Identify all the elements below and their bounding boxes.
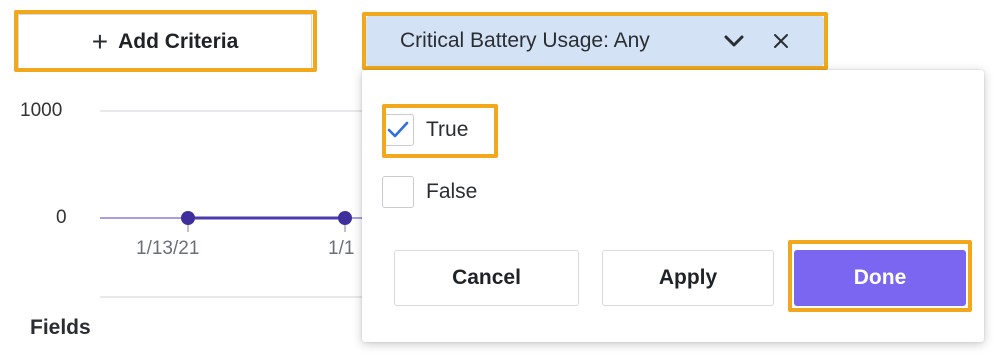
cancel-button[interactable]: Cancel — [394, 250, 579, 306]
filter-dropdown-panel: True False Cancel Apply Done — [362, 70, 984, 342]
fields-heading: Fields — [30, 316, 91, 339]
option-false[interactable]: False — [382, 176, 477, 208]
x-tick-label: 1/13/21 — [136, 238, 200, 259]
option-label: True — [426, 118, 469, 141]
checkbox-true[interactable] — [382, 114, 414, 146]
data-point — [181, 211, 195, 225]
option-true[interactable]: True — [382, 114, 468, 146]
apply-button[interactable]: Apply — [602, 250, 774, 306]
checkmark-icon — [387, 121, 409, 138]
option-label: False — [426, 180, 478, 203]
checkbox-false[interactable] — [382, 176, 414, 208]
data-point — [338, 211, 352, 225]
done-button[interactable]: Done — [794, 250, 966, 306]
x-tick-label: 1/1 — [328, 238, 355, 259]
